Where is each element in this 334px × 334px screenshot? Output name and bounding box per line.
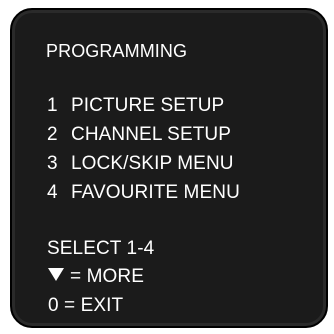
menu-item-number: 4 xyxy=(47,182,58,203)
menu-item-label: FAVOURITE MENU xyxy=(71,182,240,203)
menu-item-label: CHANNEL SETUP xyxy=(71,124,232,145)
menu-item-number: 2 xyxy=(47,124,58,145)
menu-item-picture-setup[interactable]: 1 PICTURE SETUP xyxy=(47,95,224,117)
osd-menu-panel: PROGRAMMING 1 PICTURE SETUP 2 CHANNEL SETU… xyxy=(10,8,328,328)
select-prompt: SELECT 1-4 xyxy=(47,238,155,259)
menu-item-number: 1 xyxy=(47,95,58,116)
menu-item-label: PICTURE SETUP xyxy=(71,95,225,116)
menu-item-channel-setup[interactable]: 2 CHANNEL SETUP xyxy=(47,124,231,146)
exit-option[interactable]: 0 = EXIT xyxy=(48,295,123,317)
menu-item-number: 3 xyxy=(47,153,58,174)
menu-item-favourite-menu[interactable]: 4 FAVOURITE MENU xyxy=(47,182,240,204)
menu-item-label: LOCK/SKIP MENU xyxy=(71,153,234,174)
more-option[interactable]: = MORE xyxy=(48,266,144,288)
down-triangle-icon xyxy=(48,268,64,281)
menu-item-lock-skip-menu[interactable]: 3 LOCK/SKIP MENU xyxy=(47,153,234,175)
menu-title: PROGRAMMING xyxy=(46,41,188,61)
more-label: = MORE xyxy=(70,266,144,287)
